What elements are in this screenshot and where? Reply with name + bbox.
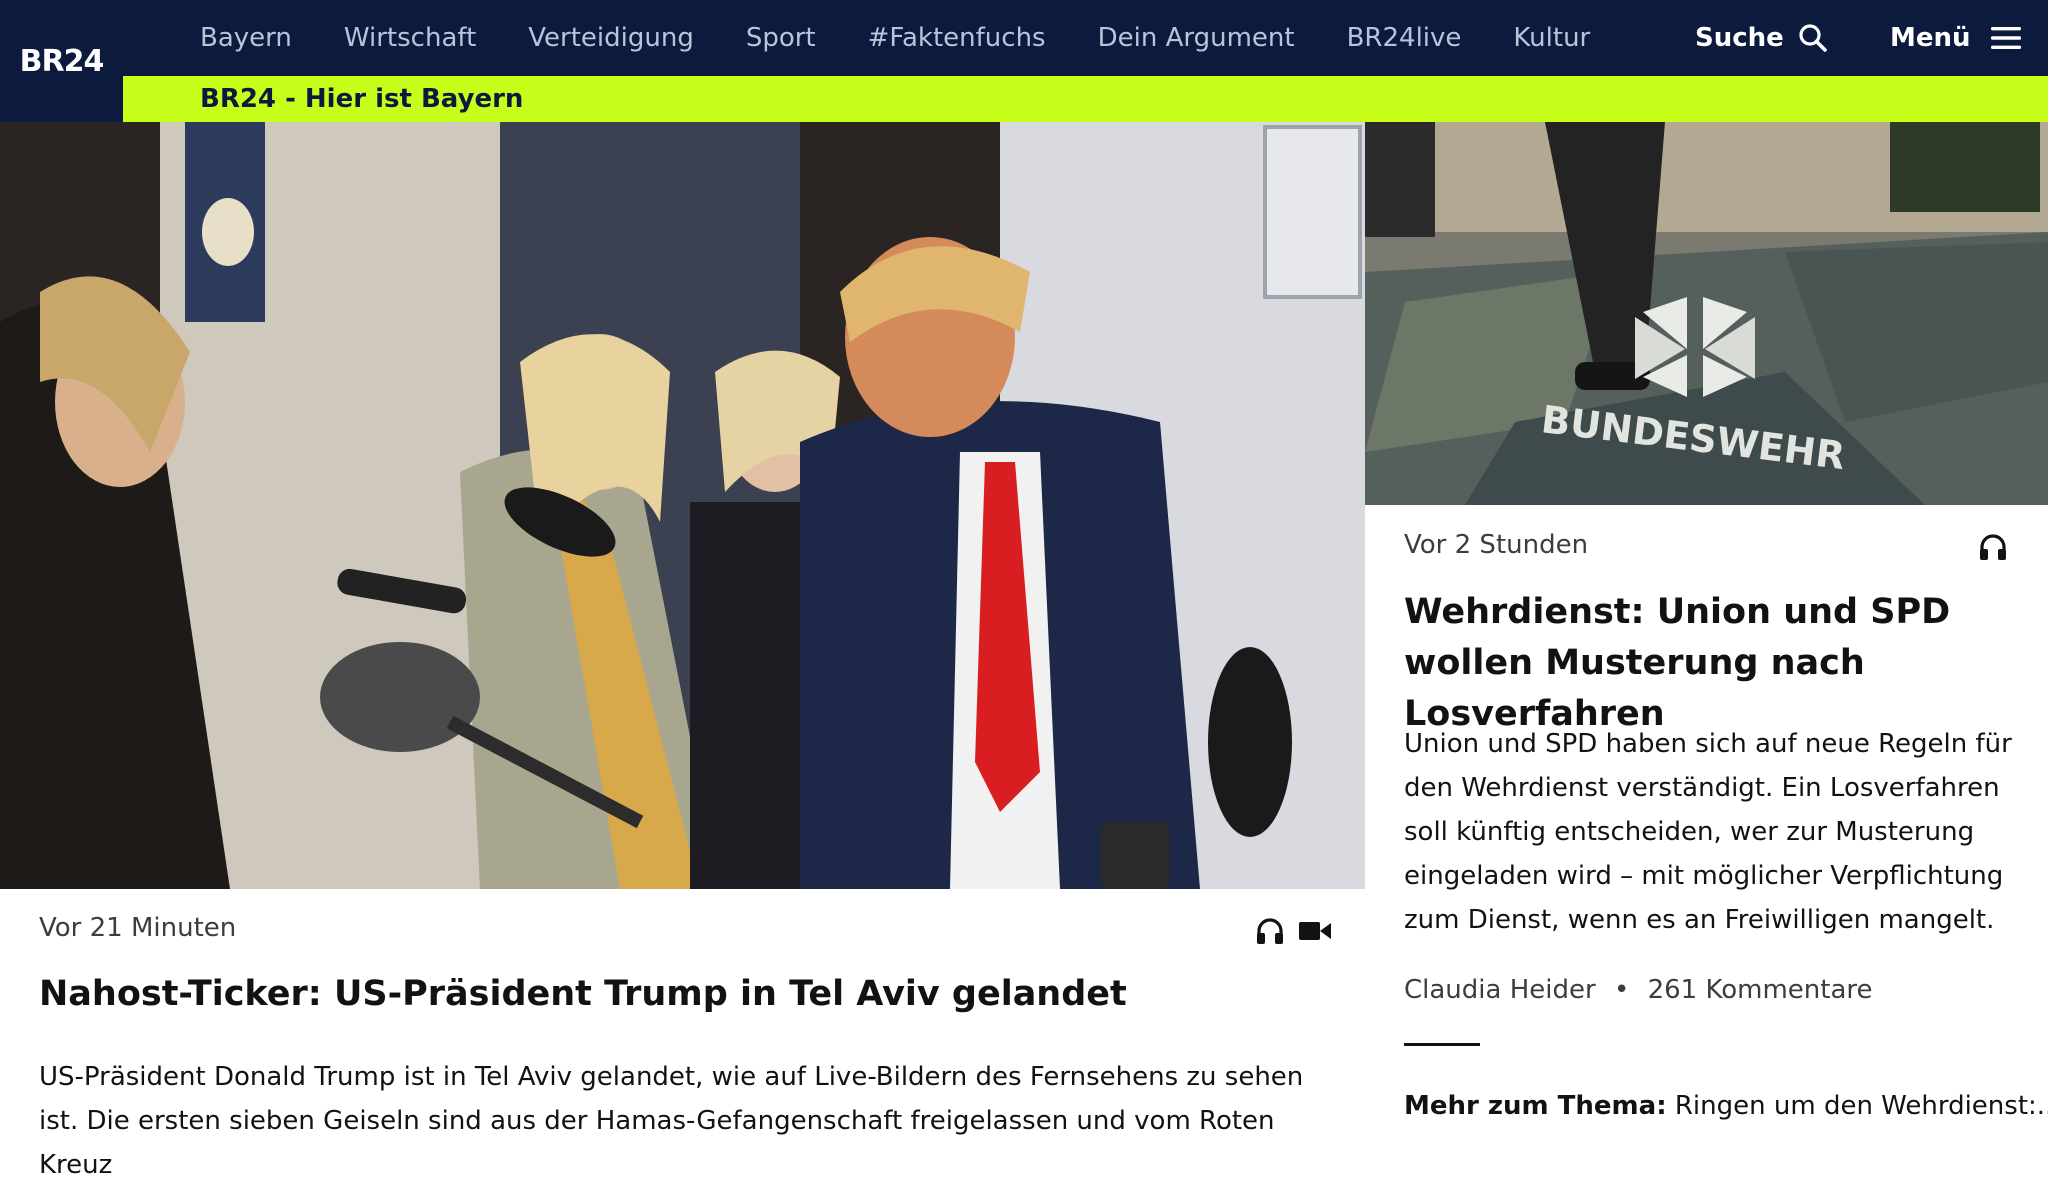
author-name[interactable]: Claudia Heider [1404,975,1596,1005]
nav-item-sport[interactable]: Sport [746,23,816,53]
more-on-topic-text: Ringen um den Wehrdienst:... [1674,1091,2048,1121]
menu-label: Menü [1890,23,1971,53]
side-article-media-icons [1978,532,2008,562]
top-navigation: Bayern Wirtschaft Verteidigung Sport #Fa… [0,0,2048,76]
headphones-icon [1257,918,1283,944]
main-article-time: Vor 21 Minuten [39,913,237,943]
search-label: Suche [1695,23,1784,53]
search-button[interactable]: Suche [1695,0,1828,76]
headphones-icon [1980,534,2006,560]
tagline-bar: BR24 - Hier ist Bayern [123,76,2048,122]
main-article-teaser: US-Präsident Donald Trump ist in Tel Avi… [39,1062,1304,1180]
main-article-image[interactable] [0,122,1365,889]
side-article-headline[interactable]: Wehrdienst: Union und SPD wollen Musteru… [1404,587,2014,740]
main-article-media-icons [1255,916,1331,946]
comments-count[interactable]: 261 Kommentare [1648,975,1873,1005]
nav-item-br24live[interactable]: BR24live [1347,23,1462,53]
nav-item-wirtschaft[interactable]: Wirtschaft [344,23,476,53]
more-on-topic-label: Mehr zum Thema: [1404,1091,1667,1121]
logo-link[interactable]: BR24 [0,0,123,122]
tagline[interactable]: BR24 - Hier ist Bayern [200,76,523,122]
menu-button[interactable]: Menü [1890,0,2021,76]
hamburger-icon [1990,27,2021,49]
side-article-time: Vor 2 Stunden [1404,530,1589,560]
video-camera-icon [1299,922,1331,940]
section-divider [1404,1043,1480,1046]
nav-item-verteidigung[interactable]: Verteidigung [528,23,694,53]
main-nav: Bayern Wirtschaft Verteidigung Sport #Fa… [200,0,1590,76]
search-icon [1799,24,1827,52]
press-scene-illustration [0,122,1365,889]
nav-item-dein-argument[interactable]: Dein Argument [1098,23,1295,53]
side-article-byline: Claudia Heider • 261 Kommentare [1404,975,1873,1005]
nav-item-kultur[interactable]: Kultur [1513,23,1590,53]
byline-separator: • [1613,975,1630,1005]
side-article-image[interactable]: BUNDESWEHR [1365,122,2048,505]
main-article-headline[interactable]: Nahost-Ticker: US-Präsident Trump in Tel… [39,969,1339,1020]
more-on-topic-link[interactable]: Mehr zum Thema: Ringen um den Wehrdienst… [1404,1091,2048,1121]
side-article-teaser: Union und SPD haben sich auf neue Regeln… [1404,729,2012,935]
nav-item-bayern[interactable]: Bayern [200,23,292,53]
br24-logo: BR24 [19,43,105,79]
nav-item-faktenfuchs[interactable]: #Faktenfuchs [868,23,1046,53]
bundeswehr-floor-illustration: BUNDESWEHR [1365,122,2048,505]
